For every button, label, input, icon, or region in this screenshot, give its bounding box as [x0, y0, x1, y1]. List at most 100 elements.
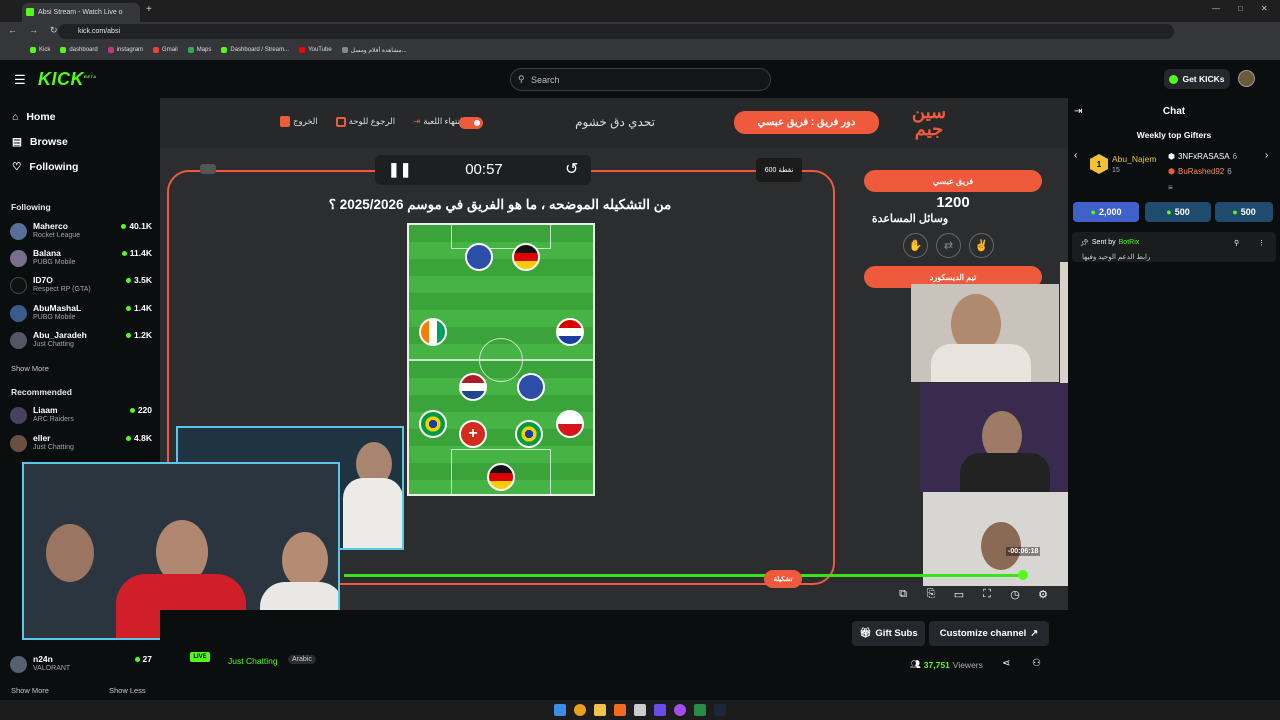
more-options-icon[interactable]: ⋮: [1258, 239, 1265, 247]
fullscreen-icon[interactable]: ⛶: [980, 587, 994, 601]
app-icon[interactable]: [654, 704, 666, 716]
gift-tier-button[interactable]: ● 500: [1215, 202, 1273, 222]
gifter-row[interactable]: ⬢ BuRashed92 6: [1168, 167, 1232, 176]
player-shirt: [960, 453, 1050, 492]
share-icon[interactable]: ⋖: [1002, 658, 1010, 669]
browser-tab[interactable]: Absi Stream - Watch Live o: [22, 3, 140, 22]
recommended-channel[interactable]: n24n VALORANT 27: [10, 654, 152, 676]
theater-mode-icon[interactable]: ▭: [952, 587, 966, 601]
url-field[interactable]: kick.com/absi: [58, 24, 1174, 39]
show-more-recommended[interactable]: Show More: [11, 686, 49, 695]
swap-helper-icon[interactable]: ⇄: [936, 233, 961, 258]
hand-helper-icon[interactable]: ✋: [903, 233, 928, 258]
following-channel[interactable]: Abu_Jaradeh Just Chatting 1.2K: [10, 330, 152, 352]
nav-browse[interactable]: ▤ Browse: [12, 136, 68, 148]
bookmark-movies[interactable]: مشاهدة أفلام ومسل...: [341, 47, 407, 54]
show-more-following[interactable]: Show More: [11, 364, 49, 373]
clip-icon[interactable]: ⎘: [924, 587, 938, 601]
search-placeholder: Search: [531, 74, 560, 85]
file-explorer-icon[interactable]: [594, 704, 606, 716]
bookmark-instagram[interactable]: instagram: [107, 47, 143, 53]
peace-helper-icon[interactable]: ✌: [969, 233, 994, 258]
end-game-toggle[interactable]: [459, 117, 483, 129]
live-dot-icon: [129, 407, 135, 413]
new-tab-icon[interactable]: +: [146, 4, 152, 15]
gift-tier-button[interactable]: ● 500: [1145, 202, 1211, 222]
gifters-next-icon[interactable]: ›: [1265, 150, 1268, 161]
get-kicks-button[interactable]: Get KICKs: [1164, 69, 1230, 89]
show-less[interactable]: Show Less: [109, 686, 146, 695]
progress-scrubber[interactable]: [1018, 570, 1028, 580]
top-gifter-count: 15: [1112, 167, 1120, 174]
unpin-icon[interactable]: ⚲: [1234, 239, 1239, 247]
collapse-chat-icon[interactable]: ⇥: [1074, 106, 1082, 117]
kicks-coin-icon: ●: [1232, 207, 1238, 217]
maximize-icon[interactable]: □: [1238, 4, 1243, 13]
brazil-flag-icon: [515, 420, 543, 448]
reload-icon[interactable]: ↻: [50, 25, 58, 36]
app-icon[interactable]: [694, 704, 706, 716]
recommended-channel[interactable]: eller Just Chatting 4.8K: [10, 433, 152, 455]
bookmark-dashboard[interactable]: dashboard: [60, 47, 98, 53]
bookmark-kick[interactable]: Kick: [30, 47, 50, 53]
end-game-button[interactable]: ⇥ انتهاء اللعبة: [413, 116, 462, 127]
back-to-board-button[interactable]: الرجوع للوحة: [335, 116, 395, 127]
discord-icon[interactable]: [674, 704, 686, 716]
settings-gear-icon[interactable]: ⚙: [1036, 587, 1050, 601]
playback-speed-icon[interactable]: ◷: [1008, 587, 1022, 601]
pause-icon[interactable]: ❚❚: [388, 161, 411, 178]
pip-icon[interactable]: ⧉: [896, 587, 910, 601]
back-icon[interactable]: ←: [8, 25, 17, 36]
top-gifter-name[interactable]: Abu_Najem: [1112, 154, 1156, 164]
reset-timer-icon[interactable]: ↺: [565, 159, 578, 179]
beta-badge: BETA: [84, 74, 97, 79]
user-avatar[interactable]: [1238, 70, 1255, 87]
gifters-prev-icon[interactable]: ‹: [1074, 150, 1077, 161]
rank-icon: ⬢: [1168, 167, 1175, 176]
bookmark-maps[interactable]: Maps: [187, 47, 211, 53]
kicks-coin-icon: [1169, 74, 1179, 84]
following-channel[interactable]: AbuMashaL PUBG Mobile 1.4K: [10, 303, 152, 325]
kick-logo[interactable]: KICKBETA: [38, 69, 97, 90]
follow-user-icon[interactable]: ⚇: [1032, 658, 1041, 669]
menu-icon[interactable]: ☰: [14, 72, 26, 88]
bookmark-youtube[interactable]: YouTube: [299, 47, 332, 53]
nav-home[interactable]: ⌂ Home: [12, 111, 56, 123]
recommended-channel[interactable]: Liaam ARC Raiders 220: [10, 405, 152, 427]
live-dot-icon: [126, 332, 132, 338]
expand-gifters-icon[interactable]: ≡: [1168, 183, 1173, 192]
kick-favicon-icon: [26, 8, 34, 16]
recommended-title: Recommended: [11, 387, 72, 397]
nav-following[interactable]: ♡ Following: [12, 161, 78, 173]
top-box: [451, 225, 551, 249]
forward-icon[interactable]: →: [29, 25, 38, 36]
gift-tier-button[interactable]: ● 2,000: [1073, 202, 1139, 222]
following-channel[interactable]: ID7O Respect RP (GTA) 3.5K: [10, 275, 152, 297]
window-controls: — □ ✕: [1212, 4, 1268, 13]
following-channel[interactable]: Maherco Rocket League 40.1K: [10, 221, 152, 243]
exit-game-button[interactable]: الخروج: [280, 116, 318, 127]
maps-icon: [187, 47, 194, 53]
app-icon[interactable]: [614, 704, 626, 716]
player-shirt: [931, 344, 1031, 382]
following-channel[interactable]: Balana PUBG Mobile 11.4K: [10, 248, 152, 270]
close-icon[interactable]: ✕: [1261, 4, 1268, 13]
category-link[interactable]: Just Chatting: [228, 656, 278, 666]
start-menu-icon[interactable]: [554, 704, 566, 716]
video-progress-bar[interactable]: [344, 574, 1024, 577]
gift-subs-button[interactable]: 🎁︎ Gift Subs: [852, 621, 925, 646]
minimize-icon[interactable]: —: [1212, 4, 1220, 13]
reveal-button[interactable]: تشكيلة: [764, 570, 802, 588]
bookmark-dashboard-stream[interactable]: Dashboard / Stream...: [221, 47, 289, 53]
bookmark-gmail[interactable]: Gmail: [153, 47, 178, 53]
search-icon: ⚲: [518, 74, 525, 84]
search-input[interactable]: ⚲ Search: [510, 68, 771, 91]
chrome-icon[interactable]: [574, 704, 586, 716]
gifter-row[interactable]: ⬢ 3NFxRASASA 6: [1168, 152, 1237, 161]
app-icon[interactable]: [634, 704, 646, 716]
ireland-flag-icon: [419, 318, 447, 346]
stream-icon: [221, 47, 228, 53]
customize-channel-button[interactable]: Customize channel ↗: [929, 621, 1049, 646]
steam-icon[interactable]: [714, 704, 726, 716]
language-tag[interactable]: Arabic: [288, 655, 316, 664]
